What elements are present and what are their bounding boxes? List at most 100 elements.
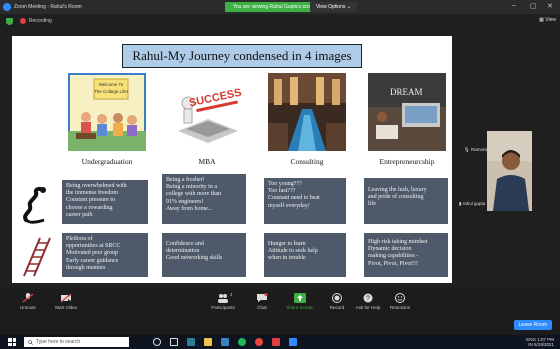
- row2-box-undergraduation: Plethora of opportunities at SRCC Motiva…: [62, 233, 148, 277]
- participants-button[interactable]: Participants: [203, 293, 243, 310]
- dream-desk-image: DREAM: [368, 73, 446, 151]
- snake-icon: [20, 186, 54, 226]
- box-line: Plethora of: [66, 236, 93, 242]
- start-video-label: Start Video: [54, 305, 78, 310]
- box-line: Away from home...: [166, 205, 213, 212]
- share-screen-button[interactable]: Share Screen: [280, 293, 320, 310]
- college-image-text-1: Welcome To: [99, 82, 124, 87]
- box-line: life: [368, 201, 376, 208]
- meeting-toolbar: Unmute Start Video Participants 4 Chat S…: [0, 289, 560, 335]
- reactions-button[interactable]: Reactions: [380, 293, 420, 310]
- box-line: Hunger to learn: [268, 241, 306, 247]
- row1-box-undergraduation: Being overwhelmed with the immense freed…: [62, 180, 148, 224]
- zoom-taskbar-icon[interactable]: [289, 338, 297, 346]
- chat-icon: [257, 293, 268, 302]
- task-view-icon[interactable]: [170, 338, 178, 346]
- chrome-icon[interactable]: [255, 338, 263, 346]
- recording-label: Recording: [29, 18, 52, 24]
- participants-count: 4: [230, 292, 233, 297]
- minimize-icon[interactable]: –: [512, 2, 516, 9]
- store-icon[interactable]: [221, 338, 229, 346]
- window-title: Zoom Meeting - Rahul's Room: [14, 4, 82, 10]
- box-line: choose a rewarding: [66, 204, 113, 211]
- maximize-icon[interactable]: ▢: [530, 2, 537, 10]
- box-line: when in trouble: [268, 255, 306, 262]
- region-indicator: IN: [528, 342, 533, 347]
- box-line: Too fast???: [268, 188, 296, 195]
- windows-taskbar: Type here to search ENG 1:07 PM IN 5/19/…: [0, 335, 560, 349]
- search-icon: [28, 339, 33, 345]
- box-line: and pride of consulting: [368, 194, 424, 201]
- box-line: Motivated peer group: [66, 250, 118, 257]
- shared-slide: Rahul-My Journey condensed in 4 images W…: [12, 36, 452, 283]
- app-icon[interactable]: [272, 338, 280, 346]
- row1-box-mba: Being a fresher! Being a minority in a c…: [162, 174, 246, 224]
- box-line: making capabilities -: [368, 253, 419, 260]
- row2-box-consulting: Hunger to learn Attitude to seek help wh…: [264, 233, 346, 277]
- slide-title: Rahul-My Journey condensed in 4 images: [122, 44, 362, 68]
- date-label: 5/19/2021: [533, 342, 554, 347]
- participant-label: Ramone: [470, 147, 488, 152]
- unmute-label: Unmute: [20, 305, 36, 310]
- college-image-text-2: The College Life!: [94, 89, 128, 94]
- box-line: college with more than: [166, 191, 222, 198]
- participants-text: Participants: [211, 305, 235, 310]
- participants-icon: [218, 294, 228, 303]
- view-button[interactable]: ▦ View: [539, 17, 556, 23]
- smiley-icon: [395, 293, 405, 303]
- participant-name-rahul: ▮ rahul gupta: [459, 201, 485, 207]
- box-line: career path: [66, 211, 93, 218]
- chat-label: Chat: [257, 305, 267, 310]
- participant-label: rahul gupta: [462, 201, 486, 206]
- row2-box-mba: Confidence and determination Good networ…: [162, 233, 246, 277]
- muted-mic-icon: [22, 293, 34, 303]
- spotify-icon[interactable]: [238, 338, 246, 346]
- box-line: myself everyday!: [268, 202, 310, 209]
- svg-text:?: ?: [366, 296, 370, 303]
- start-video-button[interactable]: Start Video: [46, 293, 86, 310]
- participant-video[interactable]: [487, 131, 532, 211]
- search-placeholder: Type here to search: [36, 339, 81, 345]
- box-line: opportunities at SRCC: [66, 243, 121, 250]
- recording-icon: [20, 18, 26, 24]
- box-line: Being a minority in a: [166, 184, 217, 191]
- dream-image-text: DREAM: [390, 87, 423, 97]
- close-icon[interactable]: ✕: [547, 2, 553, 10]
- box-line: Constant need to beat: [268, 195, 320, 202]
- participants-label: Participants: [203, 305, 243, 310]
- box-line: the immense freedom: [66, 190, 118, 197]
- cortana-icon[interactable]: [153, 338, 161, 346]
- person-video-frame: [487, 131, 532, 211]
- success-image: SUCCESS: [168, 73, 246, 151]
- column-label-consulting: Consulting: [290, 157, 324, 166]
- box-line: Dynamic decision: [368, 246, 412, 253]
- column-label-entrepreneurship: Entrepreneurcship: [379, 157, 435, 166]
- column-label-undergraduation: Undergraduation: [81, 157, 133, 166]
- windows-start-icon[interactable]: [8, 338, 16, 346]
- ladder-icon: [20, 236, 54, 278]
- zoom-window: Zoom Meeting - Rahul's Room You are view…: [0, 0, 560, 349]
- box-line: Good networking skills: [166, 255, 223, 262]
- system-tray[interactable]: ENG 1:07 PM IN 5/19/2021: [526, 337, 554, 347]
- share-screen-icon: [294, 293, 306, 303]
- college-life-image: Welcome To The College Life!: [68, 73, 146, 151]
- box-line: Attitude to seek help: [268, 248, 318, 255]
- column-label-mba: MBA: [198, 157, 216, 166]
- taskbar-search-box[interactable]: Type here to search: [24, 337, 129, 347]
- reactions-label: Reactions: [389, 305, 410, 310]
- record-icon: [332, 293, 342, 303]
- unmute-button[interactable]: Unmute: [8, 293, 48, 310]
- zoom-app-icon: [3, 3, 11, 11]
- box-line: determination: [166, 248, 200, 255]
- participant-name-ramone: 🎙︎ Ramone: [464, 147, 488, 153]
- box-line: Confidence and: [166, 241, 204, 247]
- security-shield-icon[interactable]: [6, 17, 13, 25]
- file-explorer-icon[interactable]: [204, 338, 212, 346]
- row2-box-entrepreneurship: High risk taking mindset Dynamic decisio…: [364, 233, 448, 277]
- leave-room-button[interactable]: Leave Room: [513, 320, 552, 330]
- edge-icon[interactable]: [187, 338, 195, 346]
- view-options-button[interactable]: View Options ⌄: [310, 2, 357, 12]
- recording-bar: Recording: [0, 14, 560, 28]
- chat-button[interactable]: Chat: [242, 293, 282, 310]
- box-line: Constant pressure to: [66, 197, 115, 204]
